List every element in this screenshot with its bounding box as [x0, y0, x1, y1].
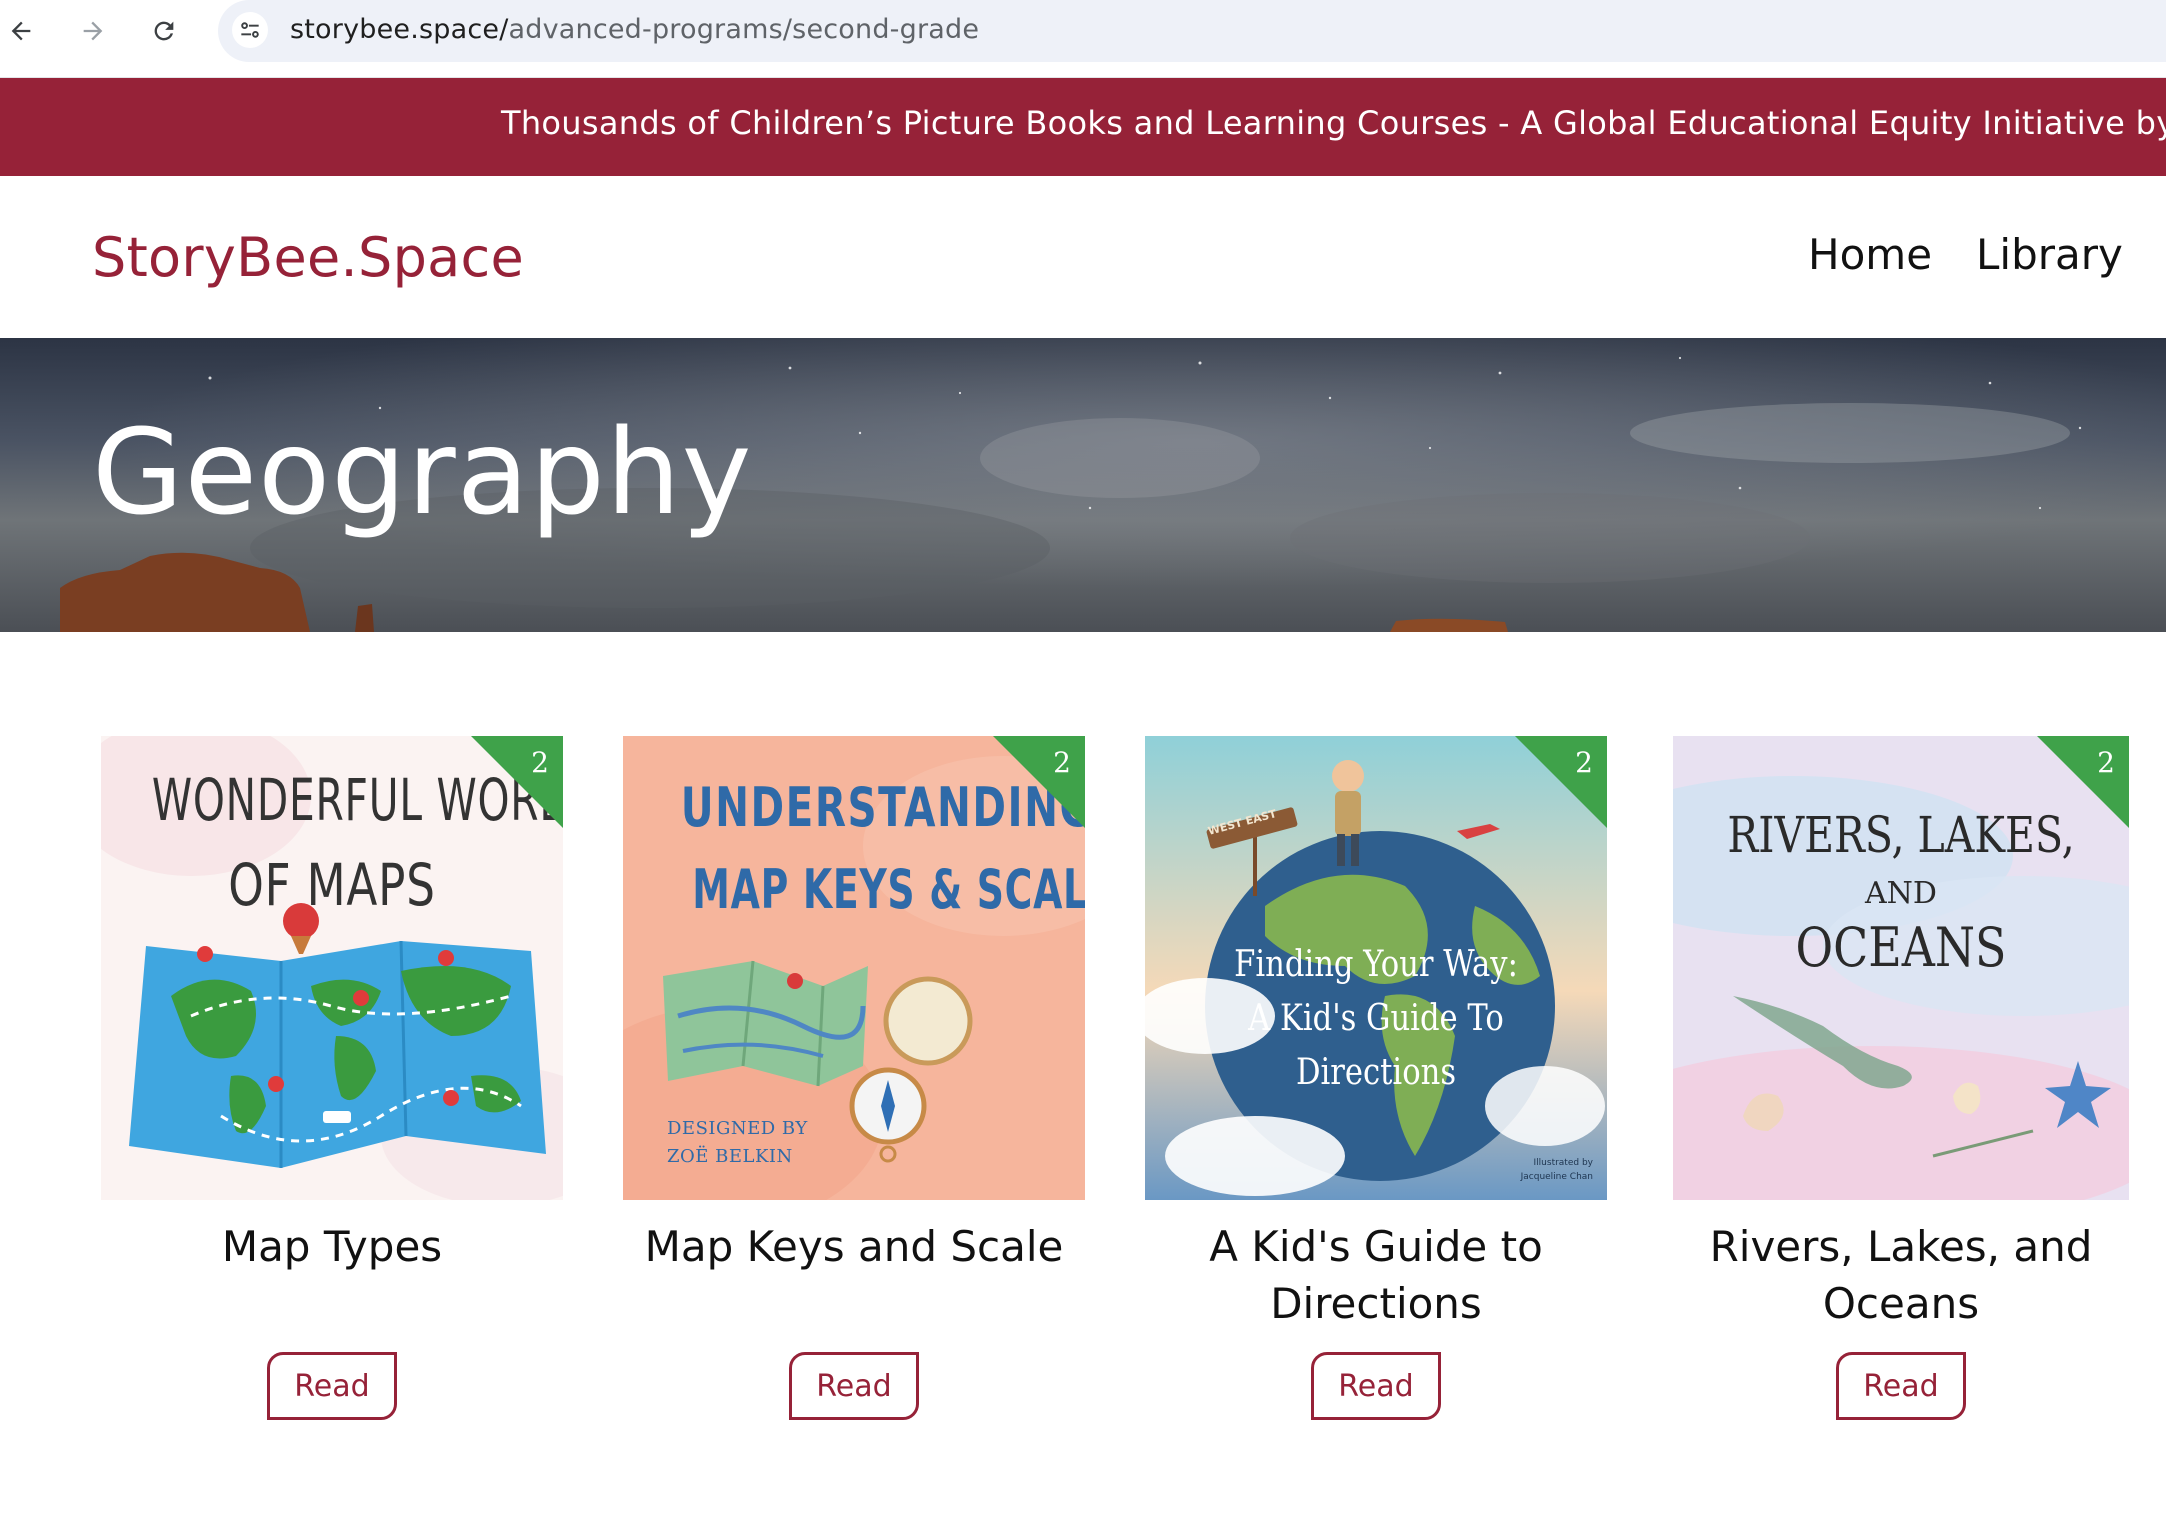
book-title[interactable]: Map Types: [101, 1218, 563, 1332]
cover-title-line2: A Kid's Guide To: [1248, 998, 1504, 1039]
book-title[interactable]: Map Keys and Scale: [623, 1218, 1085, 1332]
grade-ribbon: [2037, 736, 2129, 828]
cover-title-line2: OF MAPS: [228, 851, 436, 919]
cover-credit: Illustrated by Jacqueline Chan: [1521, 1156, 1593, 1184]
nav-home[interactable]: Home: [1808, 230, 1932, 279]
book-card-map-keys: UNDERSTANDING MAP KEYS & SCALE DESIGNED …: [623, 736, 1085, 1420]
cover-title-line2: MAP KEYS & SCALE: [692, 858, 1085, 921]
book-title[interactable]: Rivers, Lakes, and Oceans: [1673, 1218, 2129, 1332]
url-host: storybee.space/: [290, 14, 509, 45]
cover-title-line1: Finding Your Way:: [1234, 944, 1518, 985]
cover-title-line3: OCEANS: [1795, 916, 2007, 979]
page-title: Geography: [92, 403, 753, 541]
forward-arrow-icon[interactable]: [74, 12, 112, 50]
cover-title-line1: UNDERSTANDING: [680, 776, 1085, 839]
url-path: advanced-programs/second-grade: [508, 14, 980, 45]
read-button[interactable]: Read: [267, 1352, 397, 1420]
book-card-rivers: RIVERS, LAKES, AND OCEANS 2 Rivers, Lake…: [1673, 736, 2129, 1420]
grade-ribbon: [993, 736, 1085, 828]
url-text[interactable]: storybee.space/advanced-programs/second-…: [290, 14, 979, 45]
book-cover-map-keys[interactable]: UNDERSTANDING MAP KEYS & SCALE DESIGNED …: [623, 736, 1085, 1200]
cover-credit-name: ZOË BELKIN: [667, 1146, 793, 1167]
cover-title-line1: WONDERFUL WORLD: [151, 766, 563, 834]
grade-badge: 2: [531, 746, 549, 779]
grade-ribbon: [471, 736, 563, 828]
main-nav: Home Library C: [1808, 230, 2166, 279]
reload-icon[interactable]: [145, 12, 183, 50]
read-button[interactable]: Read: [1311, 1352, 1441, 1420]
grade-badge: 2: [1575, 746, 1593, 779]
site-settings-icon[interactable]: [232, 12, 268, 48]
announcement-bar: Thousands of Children’s Picture Books an…: [0, 78, 2166, 176]
cover-title-line2: AND: [1865, 876, 1937, 911]
read-button[interactable]: Read: [1836, 1352, 1966, 1420]
hero-banner: Geography: [0, 338, 2166, 632]
cover-title-line1: RIVERS, LAKES,: [1727, 806, 2075, 864]
cover-credit-name: Jacqueline Chan: [1520, 1172, 1593, 1182]
address-bar[interactable]: storybee.space/advanced-programs/second-…: [218, 0, 2166, 62]
book-title[interactable]: A Kid's Guide to Directions: [1145, 1218, 1607, 1332]
book-cover-directions[interactable]: Finding Your Way: A Kid's Guide To Direc…: [1145, 736, 1607, 1200]
grade-badge: 2: [2097, 746, 2115, 779]
book-cover-rivers[interactable]: RIVERS, LAKES, AND OCEANS 2: [1673, 736, 2129, 1200]
read-button[interactable]: Read: [789, 1352, 919, 1420]
grade-ribbon: [1515, 736, 1607, 828]
book-card-directions: Finding Your Way: A Kid's Guide To Direc…: [1145, 736, 1607, 1420]
site-header: StoryBee.Space Home Library C: [0, 176, 2166, 338]
book-card-map-types: WONDERFUL WORLD OF MAPS 2 Map Types Read: [101, 736, 563, 1420]
cover-credit-label: DESIGNED BY: [667, 1118, 808, 1139]
grade-badge: 2: [1053, 746, 1071, 779]
announcement-text: Thousands of Children’s Picture Books an…: [501, 104, 2166, 142]
cover-title-line3: Directions: [1295, 1052, 1457, 1093]
book-cover-map-types[interactable]: WONDERFUL WORLD OF MAPS 2: [101, 736, 563, 1200]
nav-library[interactable]: Library: [1976, 230, 2123, 279]
browser-toolbar: storybee.space/advanced-programs/second-…: [0, 0, 2166, 78]
back-arrow-icon[interactable]: [2, 12, 40, 50]
site-logo[interactable]: StoryBee.Space: [92, 226, 524, 289]
cover-credit-label: Illustrated by: [1533, 1158, 1593, 1168]
